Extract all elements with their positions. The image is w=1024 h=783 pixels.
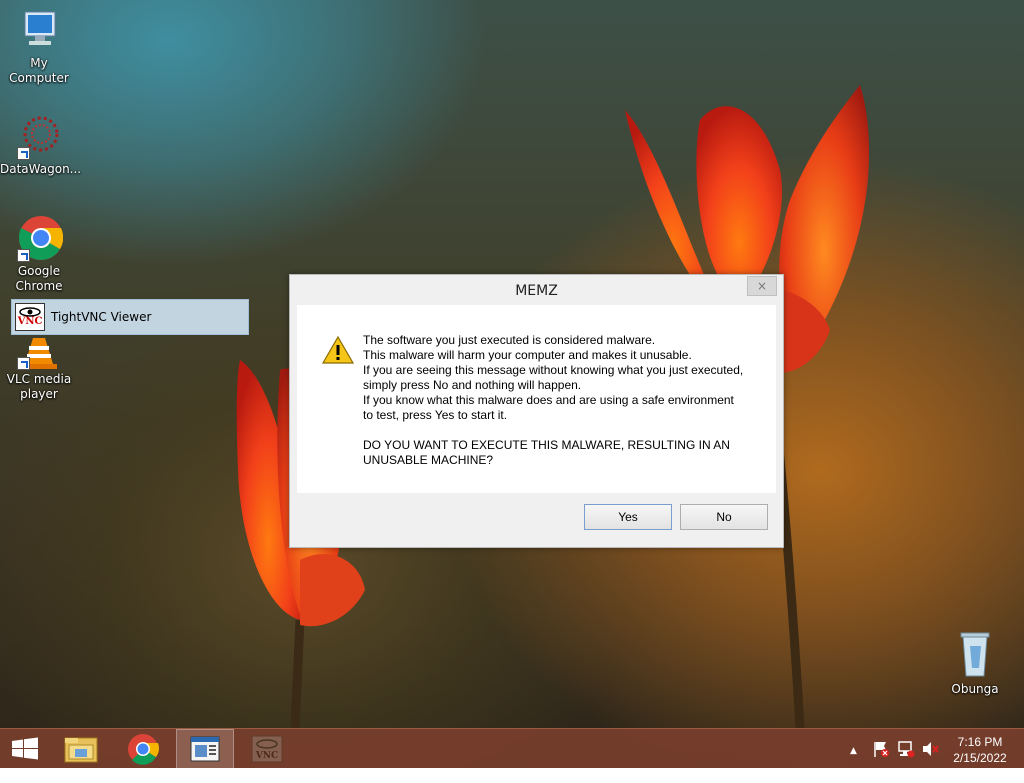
message-line: This malware will harm your computer and… (363, 348, 692, 362)
windows-logo-icon (12, 737, 38, 760)
action-center-flag-icon[interactable] (872, 740, 890, 780)
warning-icon (321, 335, 355, 365)
desktop-icon-label: My Computer (9, 56, 69, 85)
taskbar: VNC ▲ 7:16 PM 2/15/2022 (0, 728, 1024, 769)
taskbar-memz-window[interactable] (176, 729, 234, 769)
taskbar-file-explorer[interactable] (52, 729, 110, 769)
chrome-icon (15, 214, 64, 262)
close-icon: × (756, 279, 768, 293)
yes-button[interactable]: Yes (584, 504, 672, 530)
dialog-message: The software you just executed is consid… (363, 333, 763, 468)
desktop-icon-datawagon[interactable]: DataWagon... (0, 112, 82, 177)
datawagon-icon (15, 112, 63, 160)
desktop-icon-obunga[interactable]: Obunga (936, 630, 1014, 697)
desktop-icon-vlc[interactable]: VLC media player (0, 334, 78, 402)
dialog-body: The software you just executed is consid… (297, 305, 776, 493)
tightvnc-icon: VNC (251, 735, 283, 763)
shortcut-arrow-icon (17, 147, 30, 160)
desktop-icon-my-computer[interactable]: My Computer (0, 6, 78, 86)
svg-text:VNC: VNC (255, 751, 278, 761)
recycle-bin-icon (951, 630, 999, 680)
desktop-icon-google-chrome[interactable]: Google Chrome (0, 214, 78, 294)
shortcut-arrow-icon (17, 249, 30, 262)
message-line: simply press No and nothing will happen. (363, 378, 582, 392)
message-line: If you are seeing this message without k… (363, 363, 744, 377)
no-button[interactable]: No (680, 504, 768, 530)
vlc-cone-icon (15, 334, 63, 370)
show-hidden-icons-button[interactable]: ▲ (850, 743, 857, 783)
clock-time: 7:16 PM (957, 735, 1003, 749)
chevron-up-icon: ▲ (850, 746, 857, 756)
clock-date: 2/15/2022 (953, 751, 1007, 765)
message-line: The software you just executed is consid… (363, 333, 656, 347)
desktop-icon-label: Obunga (951, 682, 999, 696)
desktop-icon-label: DataWagon... (0, 162, 82, 176)
question-line: UNUSABLE MACHINE? (363, 453, 494, 467)
desktop-icon-label: VLC media player (6, 372, 72, 401)
dialog-titlebar[interactable]: MEMZ × (290, 275, 783, 305)
memz-dialog: MEMZ × The software you just executed is… (289, 274, 784, 548)
computer-icon (15, 6, 63, 54)
message-line: to test, press Yes to start it. (363, 408, 508, 422)
start-button[interactable] (0, 729, 58, 769)
taskbar-tightvnc[interactable]: VNC (238, 729, 296, 769)
chrome-icon (128, 734, 159, 765)
tightvnc-icon: VNC (15, 303, 45, 331)
question-line: DO YOU WANT TO EXECUTE THIS MALWARE, RES… (363, 438, 730, 452)
desktop-icon-label: TightVNC Viewer (51, 310, 152, 324)
memz-window-icon (190, 736, 220, 762)
network-icon[interactable] (897, 740, 915, 780)
taskbar-clock[interactable]: 7:16 PM 2/15/2022 (944, 734, 1016, 766)
taskbar-chrome[interactable] (114, 729, 172, 769)
message-line: If you know what this malware does and a… (363, 393, 734, 407)
shortcut-arrow-icon (17, 357, 30, 370)
volume-muted-icon[interactable] (921, 740, 939, 780)
desktop-icon-label: Google Chrome (15, 264, 63, 293)
dialog-title: MEMZ (515, 283, 558, 299)
file-explorer-icon (64, 737, 98, 763)
close-button[interactable]: × (747, 276, 777, 296)
desktop-icon-tightvnc-viewer[interactable]: VNC TightVNC Viewer (11, 299, 249, 335)
